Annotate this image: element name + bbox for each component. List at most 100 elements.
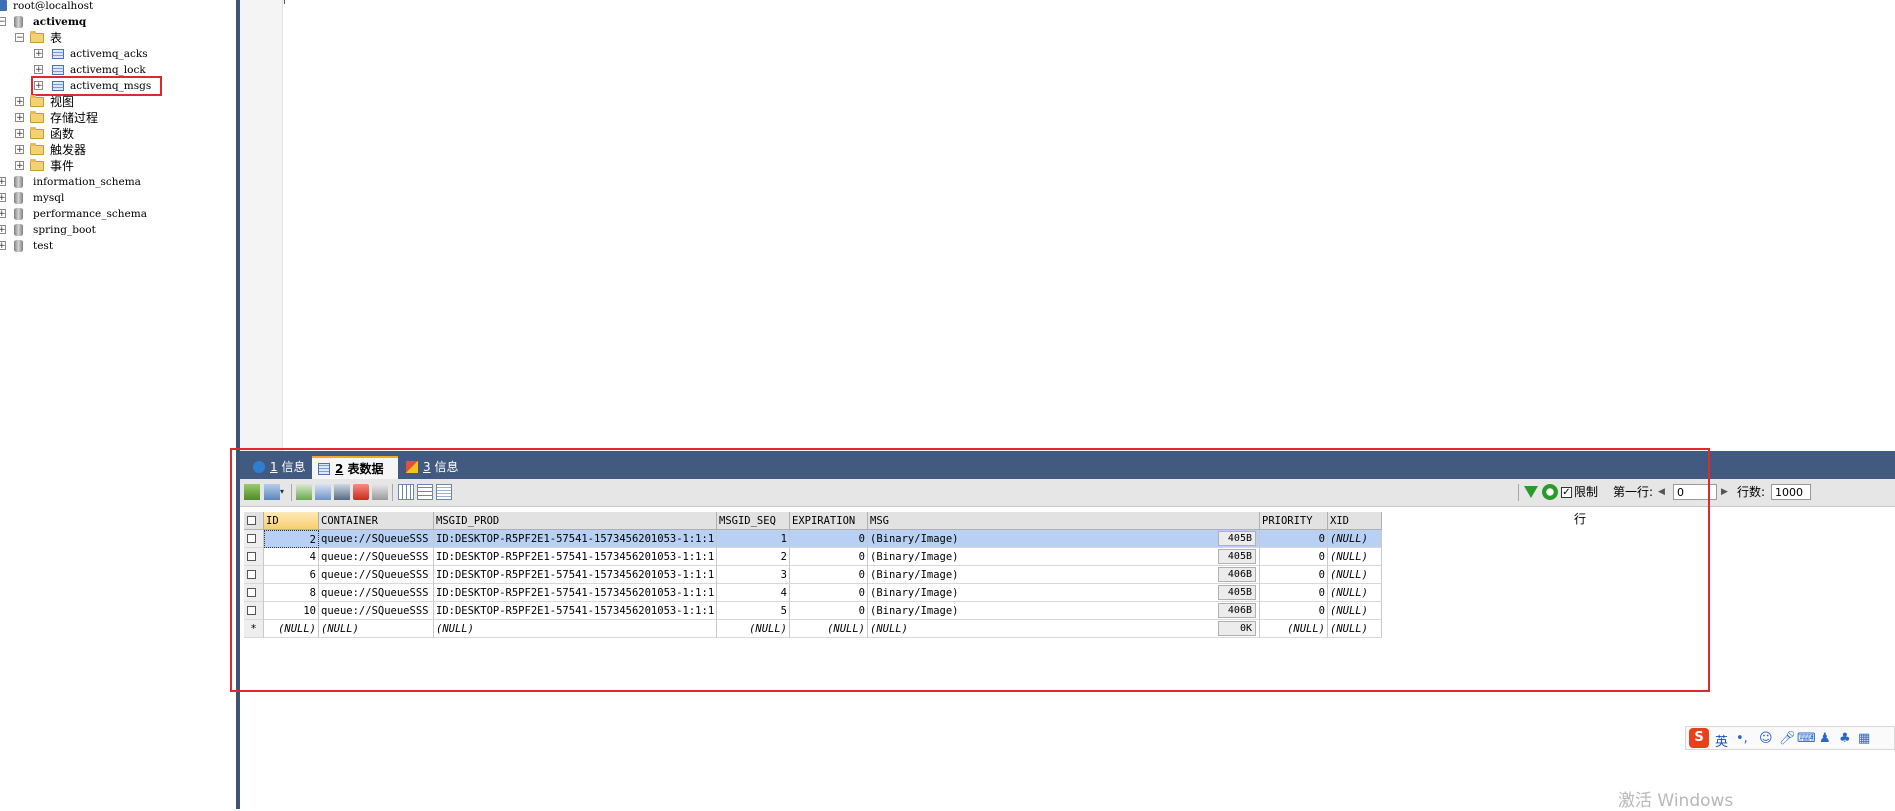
new-row-cell-priority[interactable]: (NULL) bbox=[1260, 620, 1328, 638]
cell-id[interactable]: 4 bbox=[264, 548, 319, 566]
expand-icon[interactable]: + bbox=[15, 161, 24, 171]
limit-rows-checkbox[interactable]: ✓ bbox=[1561, 487, 1572, 498]
cell-msgid_seq[interactable]: 4 bbox=[717, 584, 790, 602]
cell-priority[interactable]: 0 bbox=[1260, 530, 1328, 548]
cell-expiration[interactable]: 0 bbox=[790, 584, 868, 602]
cell-id[interactable]: 6 bbox=[264, 566, 319, 584]
cell-id[interactable]: 2 bbox=[264, 530, 319, 548]
expand-icon[interactable]: + bbox=[0, 193, 6, 203]
previous-page-icon[interactable]: ◀ bbox=[1658, 484, 1668, 500]
toolbox-icon[interactable]: ▦ bbox=[1858, 731, 1870, 746]
cell-xid[interactable]: (NULL) bbox=[1328, 602, 1382, 620]
row-checkbox[interactable] bbox=[244, 566, 264, 584]
sogou-logo-icon[interactable]: S bbox=[1689, 728, 1709, 748]
column-header[interactable]: MSG bbox=[868, 512, 1260, 530]
keyboard-icon[interactable]: ⌨ bbox=[1797, 731, 1816, 746]
cell-msgid_seq[interactable]: 2 bbox=[717, 548, 790, 566]
expand-icon[interactable]: + bbox=[0, 209, 6, 219]
filter-icon[interactable] bbox=[1524, 486, 1538, 498]
ime-mode-toggle[interactable]: 英 bbox=[1715, 731, 1728, 750]
tab-table-data[interactable]: 2 表数据 bbox=[312, 456, 398, 479]
column-header[interactable]: XID bbox=[1328, 512, 1382, 530]
column-header[interactable]: MSGID_PROD bbox=[434, 512, 717, 530]
export-icon[interactable] bbox=[244, 484, 260, 500]
rows-count-input[interactable] bbox=[1771, 484, 1811, 500]
grid-view-icon[interactable] bbox=[398, 484, 414, 500]
cell-container[interactable]: queue://SQueueSSS bbox=[319, 548, 434, 566]
cell-msgid_seq[interactable]: 1 bbox=[717, 530, 790, 548]
cell-msg[interactable]: (Binary/Image) 406B bbox=[868, 566, 1260, 584]
delete-icon[interactable] bbox=[353, 484, 369, 500]
next-page-icon[interactable]: ▶ bbox=[1721, 484, 1731, 500]
new-row-cell-id[interactable]: (NULL) bbox=[264, 620, 319, 638]
row-checkbox[interactable] bbox=[244, 530, 264, 548]
cell-msgid_prod[interactable]: ID:DESKTOP-R5PF2E1-57541-1573456201053-1… bbox=[434, 548, 717, 566]
query-editor[interactable] bbox=[283, 0, 1895, 451]
cell-msg[interactable]: (Binary/Image) 406B bbox=[868, 602, 1260, 620]
cell-priority[interactable]: 0 bbox=[1260, 602, 1328, 620]
collapse-icon[interactable]: − bbox=[15, 33, 24, 43]
first-row-input[interactable] bbox=[1673, 484, 1717, 500]
blob-size-button[interactable]: 405B bbox=[1218, 549, 1256, 564]
blob-size-button[interactable]: 405B bbox=[1218, 585, 1256, 600]
expand-icon[interactable]: + bbox=[34, 49, 43, 59]
save-icon[interactable] bbox=[334, 484, 350, 500]
cell-msgid_prod[interactable]: ID:DESKTOP-R5PF2E1-57541-1573456201053-1… bbox=[434, 602, 717, 620]
expand-icon[interactable]: + bbox=[15, 113, 24, 123]
cell-xid[interactable]: (NULL) bbox=[1328, 566, 1382, 584]
column-header[interactable]: CONTAINER bbox=[319, 512, 434, 530]
collapse-icon[interactable]: − bbox=[0, 17, 6, 27]
select-all-checkbox[interactable] bbox=[244, 512, 264, 530]
cell-xid[interactable]: (NULL) bbox=[1328, 530, 1382, 548]
expand-icon[interactable]: + bbox=[0, 241, 6, 251]
new-row-cell-expiration[interactable]: (NULL) bbox=[790, 620, 868, 638]
column-header[interactable]: EXPIRATION bbox=[790, 512, 868, 530]
column-header[interactable]: ID bbox=[264, 512, 319, 530]
row-checkbox[interactable] bbox=[244, 602, 264, 620]
form-view-icon[interactable] bbox=[417, 484, 433, 500]
expand-icon[interactable]: + bbox=[34, 65, 43, 75]
blob-size-button[interactable]: 405B bbox=[1218, 531, 1256, 546]
user-icon[interactable]: ♟ bbox=[1819, 731, 1831, 746]
new-row-cell-msgid_prod[interactable]: (NULL) bbox=[434, 620, 717, 638]
punctuation-toggle[interactable]: •, bbox=[1736, 731, 1748, 746]
cell-priority[interactable]: 0 bbox=[1260, 548, 1328, 566]
microphone-icon[interactable]: 🎤︎ bbox=[1779, 731, 1796, 746]
blob-size-button[interactable]: 406B bbox=[1218, 567, 1256, 582]
cell-priority[interactable]: 0 bbox=[1260, 566, 1328, 584]
cell-msgid_prod[interactable]: ID:DESKTOP-R5PF2E1-57541-1573456201053-1… bbox=[434, 584, 717, 602]
cancel-changes-icon[interactable] bbox=[372, 484, 388, 500]
cell-msg[interactable]: (Binary/Image) 405B bbox=[868, 548, 1260, 566]
import-icon[interactable] bbox=[264, 484, 280, 500]
tab-messages[interactable]: 1 信息 bbox=[247, 456, 315, 479]
blob-size-button[interactable]: 406B bbox=[1218, 603, 1256, 618]
row-checkbox[interactable] bbox=[244, 584, 264, 602]
new-row-marker[interactable]: * bbox=[244, 620, 264, 638]
new-row-cell-container[interactable]: (NULL) bbox=[319, 620, 434, 638]
text-view-icon[interactable] bbox=[436, 484, 452, 500]
column-header[interactable]: MSGID_SEQ bbox=[717, 512, 790, 530]
new-row-cell-msgid_seq[interactable]: (NULL) bbox=[717, 620, 790, 638]
blob-size-button[interactable]: 0K bbox=[1218, 621, 1256, 636]
chevron-down-icon[interactable]: ▾ bbox=[280, 484, 288, 500]
cell-expiration[interactable]: 0 bbox=[790, 602, 868, 620]
row-checkbox[interactable] bbox=[244, 548, 264, 566]
expand-icon[interactable]: + bbox=[15, 97, 24, 107]
tab-info[interactable]: 3 信息 bbox=[400, 456, 468, 479]
cell-container[interactable]: queue://SQueueSSS bbox=[319, 566, 434, 584]
cell-expiration[interactable]: 0 bbox=[790, 548, 868, 566]
insert-row-icon[interactable] bbox=[296, 484, 312, 500]
expand-icon[interactable]: + bbox=[0, 177, 6, 187]
cell-msgid_seq[interactable]: 5 bbox=[717, 602, 790, 620]
cell-container[interactable]: queue://SQueueSSS bbox=[319, 584, 434, 602]
cell-msg[interactable]: (Binary/Image) 405B bbox=[868, 530, 1260, 548]
cell-xid[interactable]: (NULL) bbox=[1328, 584, 1382, 602]
emoji-icon[interactable]: ☺ bbox=[1759, 731, 1773, 746]
cell-xid[interactable]: (NULL) bbox=[1328, 548, 1382, 566]
duplicate-row-icon[interactable] bbox=[315, 484, 331, 500]
expand-icon[interactable]: + bbox=[15, 129, 24, 139]
expand-icon[interactable]: + bbox=[0, 225, 6, 235]
column-header[interactable]: PRIORITY bbox=[1260, 512, 1328, 530]
refresh-icon[interactable] bbox=[1542, 484, 1558, 500]
cell-msgid_seq[interactable]: 3 bbox=[717, 566, 790, 584]
